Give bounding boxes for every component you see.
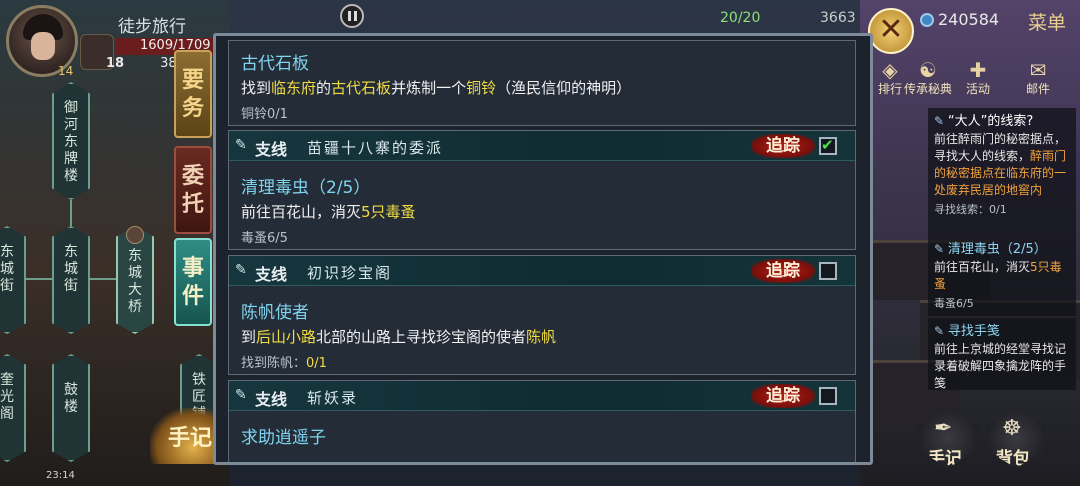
- track-button[interactable]: 追踪: [751, 384, 815, 408]
- quest-panel: 古代石板 找到临东府的古代石板并炼制一个铜铃（渔民信仰的神明） 铜铃0/1 ✎ …: [213, 33, 873, 465]
- node-kuiguang-ge[interactable]: 奎 光 阁: [0, 354, 26, 462]
- currency-icon: [920, 13, 934, 27]
- tracker-progress: 寻找线索：0/1: [934, 203, 1007, 216]
- quest-type: 支线: [255, 140, 288, 159]
- clock: 23:14: [46, 470, 75, 481]
- quest-progress: 找到陈帆：0/1: [241, 356, 327, 371]
- quest-card[interactable]: 古代石板 找到临东府的古代石板并炼制一个铜铃（渔民信仰的神明） 铜铃0/1: [228, 40, 856, 126]
- description-segment: 古代石板: [331, 79, 392, 97]
- description-segment: 5只毒蚤: [361, 203, 416, 221]
- tracker-item[interactable]: ✎ 寻找手笺 前往上京城的经堂寻找记录着破解四象擒龙阵的手笺: [928, 318, 1076, 390]
- description-segment: 前往百花山，消灭: [934, 260, 1031, 274]
- quest-title: 清理毒虫（2/5）: [241, 178, 371, 198]
- legend-book-button[interactable]: ☯ 传承秘典: [898, 58, 958, 97]
- description-segment: 并炼制一个: [391, 79, 467, 97]
- bag-icon: ☸: [1002, 416, 1022, 441]
- player-level: 14: [58, 64, 74, 78]
- description-segment: 前往上京城的经堂寻找记录着破解四象擒龙阵的手笺: [934, 342, 1067, 390]
- description-segment: （渔民信仰的神明）: [496, 79, 632, 97]
- quill-icon: ✎: [934, 242, 948, 256]
- gift-icon: ✚: [969, 58, 987, 82]
- description-segment: 后山小路: [256, 328, 317, 346]
- map-link: [70, 200, 72, 230]
- quest-card[interactable]: ✎ 支线 斩妖录 追踪 求助逍遥子: [228, 380, 856, 462]
- description-segment: 的: [316, 79, 332, 97]
- currency-value: 240584: [938, 10, 1000, 29]
- player-location-marker: [126, 226, 144, 244]
- quill-icon: ✎: [934, 324, 948, 338]
- quest-card[interactable]: ✎ 支线 苗疆十八寨的委派 追踪 清理毒虫（2/5） 前往百花山，消灭5只毒蚤 …: [228, 130, 856, 250]
- quill-icon: ✎: [934, 114, 948, 128]
- quest-chain-name: 初识珍宝阁: [307, 264, 393, 282]
- track-button[interactable]: 追踪: [751, 134, 815, 158]
- node-dongcheng-jie[interactable]: 东 城 街: [52, 226, 90, 334]
- tracker-item[interactable]: ✎ 清理毒虫（2/5） 前往百花山，消灭5只毒蚤 毒蚤6/5: [928, 236, 1076, 316]
- quest-title: 陈帆使者: [241, 303, 309, 323]
- track-checkbox[interactable]: [819, 387, 837, 405]
- close-button[interactable]: ✕: [824, 8, 914, 54]
- tracker-description: 前往百花山，消灭5只毒蚤: [934, 259, 1072, 293]
- quest-description: 找到临东府的古代石板并炼制一个铜铃（渔民信仰的神明）: [241, 77, 631, 98]
- character-name: 徒步旅行: [118, 17, 186, 37]
- quest-title: 求助逍遥子: [241, 428, 326, 448]
- tab-commission[interactable]: 委 托: [174, 146, 212, 234]
- description-segment: 找到: [241, 79, 272, 97]
- quill-icon: ✎: [235, 137, 247, 153]
- description-segment: 前往百花山，消灭: [241, 203, 362, 221]
- quest-description: 前往百花山，消灭5只毒蚤: [241, 201, 416, 222]
- description-segment: 到: [241, 328, 257, 346]
- pause-button[interactable]: [340, 4, 364, 28]
- quest-progress: 铜铃0/1: [241, 107, 288, 122]
- tab-event[interactable]: 事 件: [174, 238, 212, 326]
- quill-icon: ✎: [235, 387, 247, 403]
- description-segment: 北部的山路上寻找珍宝阁的使者: [316, 328, 527, 346]
- quest-description: 到后山小路北部的山路上寻找珍宝阁的使者陈帆: [241, 326, 556, 347]
- quest-card[interactable]: ✎ 支线 初识珍宝阁 追踪 陈帆使者 到后山小路北部的山路上寻找珍宝阁的使者陈帆…: [228, 255, 856, 375]
- legend-book-icon: ☯: [919, 58, 937, 82]
- description-segment: 醉雨门的秘密据点: [958, 132, 1055, 146]
- top-icon-bar: ◈ 排行 ☯ 传承秘典 ✚ 活动 ✉ 邮件: [868, 58, 1080, 98]
- currency-counter: 240584: [920, 10, 999, 29]
- event-activity-button[interactable]: ✚ 活动: [956, 58, 1000, 97]
- tracker-description: 前往上京城的经堂寻找记录着破解四象擒龙阵的手笺: [934, 341, 1072, 392]
- tracker-description: 前往醉雨门的秘密据点，寻找大人的线索，醉雨门的秘密据点在临东府的一处废弃民居的地…: [934, 131, 1072, 199]
- quest-header: ✎ 支线 斩妖录 追踪: [229, 381, 855, 411]
- quest-header: ✎ 支线 初识珍宝阁 追踪: [229, 256, 855, 286]
- node-yuhe-dongpailou[interactable]: 御 河 东 牌 楼: [52, 82, 90, 200]
- quest-header: ✎ 支线 苗疆十八寨的委派 追踪: [229, 131, 855, 161]
- quest-progress: 毒蚤6/5: [241, 231, 288, 246]
- menu-button[interactable]: 菜单: [1028, 8, 1066, 35]
- description-segment: 陈帆: [526, 328, 557, 346]
- quest-type: 支线: [255, 390, 288, 409]
- companion-level: 18: [106, 56, 125, 71]
- description-segment: 前往: [934, 132, 959, 146]
- mail-button[interactable]: ✉ 邮件: [1016, 58, 1060, 97]
- stamina-counter: 20/20: [720, 10, 761, 26]
- track-checkbox[interactable]: [819, 136, 837, 155]
- node-dongcheng-jie-left[interactable]: 东 城 街: [0, 226, 26, 334]
- quill-icon: ✎: [235, 262, 247, 278]
- quest-chain-name: 斩妖录: [307, 389, 359, 407]
- quest-chain-name: 苗疆十八寨的委派: [307, 139, 444, 157]
- node-gulou[interactable]: 鼓 楼: [52, 354, 90, 462]
- quest-type: 支线: [255, 265, 288, 284]
- tracker-item[interactable]: ✎ “大人”的线索? 前往醉雨门的秘密据点，寻找大人的线索，醉雨门的秘密据点在临…: [928, 108, 1076, 236]
- quest-title: 古代石板: [241, 54, 309, 74]
- quill-icon: ✒: [934, 416, 953, 441]
- track-checkbox[interactable]: [819, 262, 837, 280]
- tab-important[interactable]: 要 务: [174, 50, 212, 138]
- coin-counter: 3663: [820, 10, 856, 26]
- mail-icon: ✉: [1029, 58, 1047, 82]
- track-button[interactable]: 追踪: [751, 259, 815, 283]
- description-segment: 临东府: [271, 79, 317, 97]
- tracker-progress: 毒蚤6/5: [934, 297, 974, 310]
- description-segment: 铜铃: [466, 79, 497, 97]
